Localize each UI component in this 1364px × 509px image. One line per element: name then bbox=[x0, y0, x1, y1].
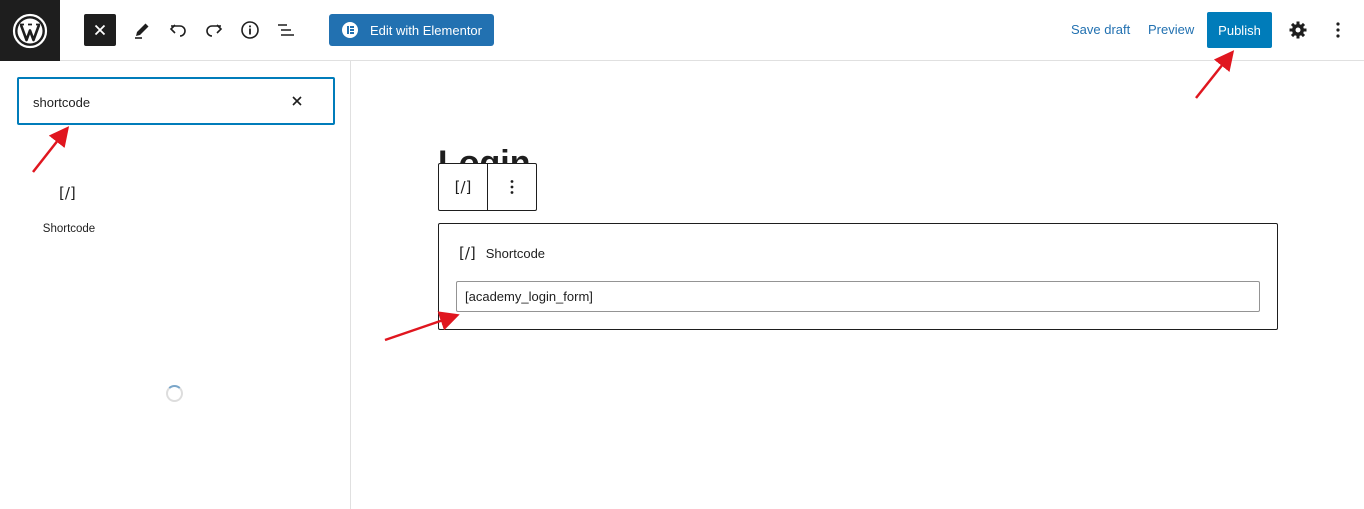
pencil-icon bbox=[135, 23, 149, 39]
options-button[interactable] bbox=[1326, 18, 1350, 42]
undo-button[interactable] bbox=[166, 18, 190, 42]
block-inserter-panel: [/] Shortcode bbox=[0, 61, 351, 509]
shortcode-input[interactable] bbox=[456, 281, 1260, 312]
preview-button[interactable]: Preview bbox=[1148, 22, 1194, 37]
tools-button[interactable] bbox=[130, 18, 154, 42]
block-search-input[interactable] bbox=[33, 93, 273, 111]
shortcode-icon: [/] bbox=[454, 178, 472, 196]
edit-with-elementor-button[interactable]: Edit with Elementor bbox=[329, 14, 494, 46]
list-view-button[interactable] bbox=[274, 18, 298, 42]
loading-spinner bbox=[166, 385, 183, 402]
save-draft-button[interactable]: Save draft bbox=[1071, 22, 1130, 37]
block-type-button[interactable]: [/] bbox=[439, 164, 488, 210]
shortcode-block-header: [/] Shortcode bbox=[459, 244, 545, 262]
block-item-label: Shortcode bbox=[42, 223, 96, 235]
wordpress-logo-icon bbox=[12, 13, 48, 48]
shortcode-icon: [/] bbox=[459, 244, 476, 262]
close-inserter-button[interactable] bbox=[84, 14, 116, 46]
close-icon bbox=[94, 24, 106, 36]
list-view-icon bbox=[278, 24, 294, 36]
shortcode-block-item[interactable]: [/] Shortcode bbox=[28, 171, 112, 241]
gear-icon bbox=[1289, 21, 1307, 39]
publish-button[interactable]: Publish bbox=[1207, 12, 1272, 48]
search-clear-button[interactable] bbox=[287, 91, 307, 111]
elementor-icon bbox=[342, 22, 358, 38]
block-options-button[interactable] bbox=[488, 164, 536, 210]
wordpress-logo[interactable] bbox=[0, 0, 60, 61]
redo-icon bbox=[206, 24, 223, 37]
details-button[interactable] bbox=[238, 18, 262, 42]
more-vertical-icon bbox=[1336, 22, 1340, 38]
redo-button[interactable] bbox=[202, 18, 226, 42]
undo-icon bbox=[169, 24, 186, 37]
block-search bbox=[17, 77, 335, 125]
more-vertical-icon bbox=[510, 180, 514, 194]
shortcode-icon: [/] bbox=[59, 184, 76, 202]
editor-header: Edit with Elementor Save draft Preview P… bbox=[0, 0, 1364, 61]
editor-canvas: Login [/] [/] Shortcode bbox=[351, 61, 1364, 509]
shortcode-block-label: Shortcode bbox=[485, 245, 546, 261]
edit-with-elementor-label: Edit with Elementor bbox=[370, 22, 482, 38]
shortcode-block[interactable]: [/] Shortcode bbox=[438, 223, 1278, 330]
block-toolbar: [/] bbox=[438, 163, 537, 211]
info-icon bbox=[241, 21, 259, 39]
close-icon bbox=[292, 96, 302, 106]
settings-button[interactable] bbox=[1286, 18, 1310, 42]
